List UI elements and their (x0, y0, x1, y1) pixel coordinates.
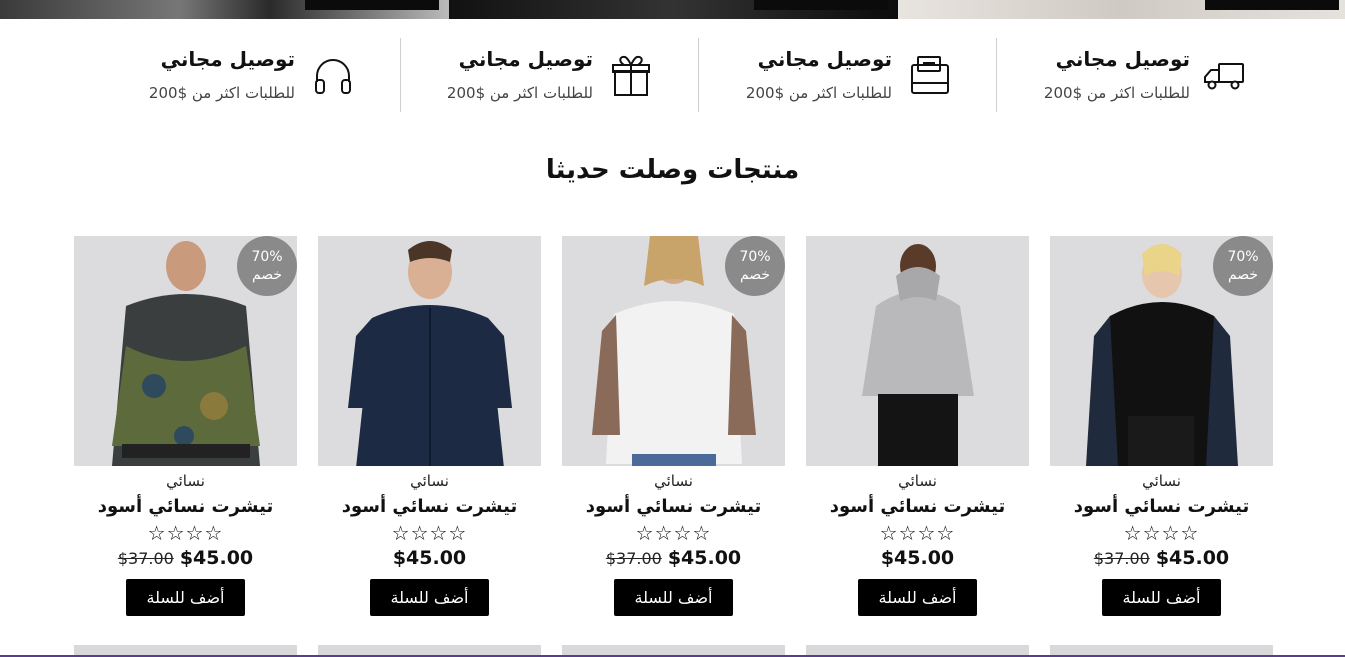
add-to-cart-button[interactable]: أضف للسلة (858, 579, 977, 616)
hero-banner-1-button[interactable] (305, 0, 439, 10)
badge-percent: 70% (739, 249, 771, 265)
product-prices: $37.00 $45.00 (562, 547, 785, 569)
add-to-cart-button[interactable]: أضف للسلة (370, 579, 489, 616)
product-card[interactable]: 70% خصم نسائي تيشرت نسائي أسود ☆☆☆☆ $37.0… (1050, 236, 1273, 616)
product-image[interactable] (806, 236, 1029, 466)
current-price: $45.00 (1155, 547, 1230, 569)
product-image[interactable]: 70% خصم (1050, 236, 1273, 466)
product-image[interactable] (318, 236, 541, 466)
product-image[interactable]: 70% خصم (562, 236, 785, 466)
hero-banner-3[interactable] (898, 0, 1345, 19)
product-name[interactable]: تيشرت نسائي أسود (1050, 496, 1273, 517)
old-price: $37.00 (117, 549, 174, 568)
old-price: $37.00 (1093, 549, 1150, 568)
current-price: $45.00 (667, 547, 742, 569)
product-prices: $37.00 $45.00 (74, 547, 297, 569)
product-rating: ☆☆☆☆ (391, 521, 468, 545)
product-category[interactable]: نسائي (1050, 472, 1273, 490)
product-card[interactable]: 70% خصم نسائي تيشرت نسائي أسود ☆☆☆☆ $37.0… (74, 236, 297, 616)
truck-icon (1202, 54, 1246, 98)
discount-badge: 70% خصم (1213, 236, 1273, 296)
product-rating: ☆☆☆☆ (147, 521, 224, 545)
hero-banner-1[interactable] (0, 0, 449, 19)
headphones-icon (311, 54, 355, 98)
feature-divider (400, 38, 401, 112)
feature-subtitle: للطلبات اكثر من $200 (1043, 84, 1190, 102)
feature-title: توصيل مجاني (1055, 47, 1190, 71)
discount-badge: 70% خصم (725, 236, 785, 296)
badge-label: خصم (739, 267, 771, 283)
add-to-cart-button[interactable]: أضف للسلة (1102, 579, 1221, 616)
product-image[interactable]: 70% خصم (74, 236, 297, 466)
hero-banner-2-button[interactable] (754, 0, 888, 10)
feature-subtitle: للطلبات اكثر من $200 (446, 84, 593, 102)
product-rating: ☆☆☆☆ (879, 521, 956, 545)
feature-gift: توصيل مجاني للطلبات اكثر من $200 (393, 38, 653, 112)
product-card[interactable]: 70% خصم نسائي تيشرت نسائي أسود ☆☆☆☆ $37.0… (562, 236, 785, 616)
product-category[interactable]: نسائي (74, 472, 297, 490)
product-grid: 70% خصم نسائي تيشرت نسائي أسود ☆☆☆☆ $37.0… (0, 236, 1345, 636)
badge-label: خصم (1227, 267, 1259, 283)
feature-divider (698, 38, 699, 112)
feature-support: توصيل مجاني للطلبات اكثر من $200 (95, 38, 355, 112)
discount-badge: 70% خصم (237, 236, 297, 296)
feature-payment: توصيل مجاني للطلبات اكثر من $200 (692, 38, 952, 112)
product-prices: $45.00 (806, 547, 1029, 569)
product-name[interactable]: تيشرت نسائي أسود (562, 496, 785, 517)
product-name[interactable]: تيشرت نسائي أسود (318, 496, 541, 517)
feature-subtitle: للطلبات اكثر من $200 (148, 84, 295, 102)
current-price: $45.00 (179, 547, 254, 569)
old-price: $37.00 (605, 549, 662, 568)
hero-banner-strip (0, 0, 1345, 19)
add-to-cart-button[interactable]: أضف للسلة (614, 579, 733, 616)
add-to-cart-button[interactable]: أضف للسلة (126, 579, 245, 616)
features-bar: توصيل مجاني للطلبات اكثر من $200 توصيل م… (100, 38, 1250, 112)
badge-percent: 70% (1227, 249, 1259, 265)
feature-title: توصيل مجاني (160, 47, 295, 71)
wallet-icon (908, 54, 952, 98)
current-price: $45.00 (392, 547, 467, 569)
gift-icon (609, 54, 653, 98)
product-card[interactable]: نسائي تيشرت نسائي أسود ☆☆☆☆ $45.00 أضف ل… (806, 236, 1029, 616)
product-category[interactable]: نسائي (318, 472, 541, 490)
product-prices: $37.00 $45.00 (1050, 547, 1273, 569)
product-name[interactable]: تيشرت نسائي أسود (74, 496, 297, 517)
feature-divider (996, 38, 997, 112)
product-rating: ☆☆☆☆ (1123, 521, 1200, 545)
product-category[interactable]: نسائي (562, 472, 785, 490)
product-prices: $45.00 (318, 547, 541, 569)
current-price: $45.00 (880, 547, 955, 569)
feature-shipping: توصيل مجاني للطلبات اكثر من $200 (970, 38, 1250, 112)
badge-label: خصم (251, 267, 283, 283)
hero-banner-2[interactable] (449, 0, 898, 19)
product-rating: ☆☆☆☆ (635, 521, 712, 545)
product-name[interactable]: تيشرت نسائي أسود (806, 496, 1029, 517)
feature-subtitle: للطلبات اكثر من $200 (745, 84, 892, 102)
product-card[interactable]: نسائي تيشرت نسائي أسود ☆☆☆☆ $45.00 أضف ل… (318, 236, 541, 616)
badge-percent: 70% (251, 249, 283, 265)
section-title: منتجات وصلت حديثا (545, 155, 800, 185)
hero-banner-3-button[interactable] (1205, 0, 1339, 10)
product-category[interactable]: نسائي (806, 472, 1029, 490)
feature-title: توصيل مجاني (757, 47, 892, 71)
feature-title: توصيل مجاني (458, 47, 593, 71)
